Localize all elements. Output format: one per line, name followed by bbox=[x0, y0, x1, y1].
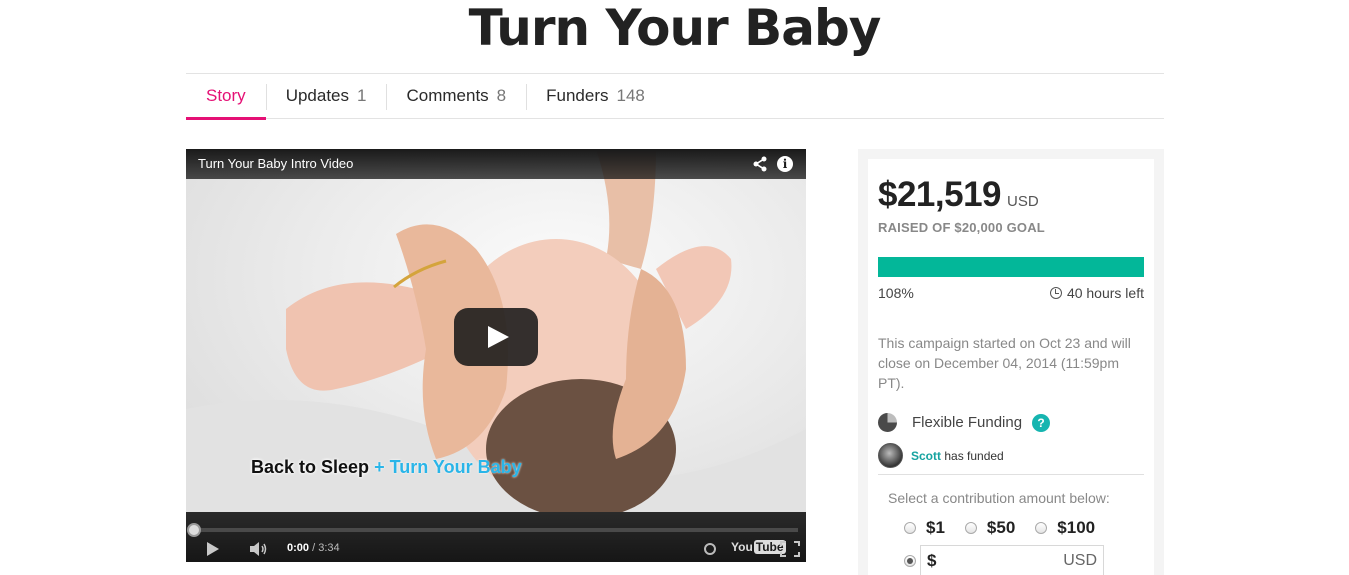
custom-amount-suffix: USD bbox=[1063, 552, 1097, 569]
tab-label: Comments bbox=[406, 86, 489, 105]
caption-highlight: Turn Your Baby bbox=[389, 457, 522, 477]
amount-label: $100 bbox=[1057, 518, 1096, 537]
amount-option-1[interactable]: $1 bbox=[904, 518, 945, 538]
raised-amount: $21,519 bbox=[878, 175, 1002, 214]
volume-icon[interactable] bbox=[248, 541, 268, 557]
amount-radio[interactable] bbox=[904, 522, 916, 534]
tab-label: Story bbox=[206, 86, 246, 105]
tab-comments[interactable]: Comments 8 bbox=[386, 74, 526, 118]
video-scrubber[interactable] bbox=[187, 523, 201, 537]
youtube-logo-you: You bbox=[731, 540, 753, 554]
video-title[interactable]: Turn Your Baby Intro Video bbox=[198, 156, 353, 171]
video-time: 0:00 / 3:34 bbox=[287, 542, 340, 554]
tab-count: 8 bbox=[496, 86, 507, 105]
clock-icon bbox=[1049, 287, 1062, 299]
custom-amount-input[interactable]: $ USD bbox=[920, 545, 1104, 575]
video-player[interactable]: Back to Sleep + Turn Your Baby Turn Your… bbox=[186, 149, 806, 562]
funding-progress-bar bbox=[878, 257, 1144, 277]
info-icon[interactable]: i bbox=[777, 156, 793, 172]
tab-label: Funders bbox=[546, 86, 609, 105]
video-controls: 0:00 / 3:34 You Tube bbox=[186, 512, 806, 562]
tab-count: 148 bbox=[616, 86, 645, 105]
tab-count: 1 bbox=[357, 86, 367, 105]
custom-amount-radio[interactable] bbox=[904, 555, 916, 567]
youtube-logo[interactable]: You Tube bbox=[731, 540, 786, 554]
time-left-label: 40 hours left bbox=[1066, 285, 1144, 301]
time-total: 3:34 bbox=[318, 542, 340, 554]
amount-option-100[interactable]: $100 bbox=[1035, 518, 1095, 538]
avatar[interactable] bbox=[878, 443, 903, 468]
help-icon[interactable]: ? bbox=[1032, 413, 1051, 432]
raised-currency: USD bbox=[1007, 193, 1039, 210]
recent-funder: Scott has funded bbox=[878, 443, 1004, 468]
play-icon[interactable] bbox=[207, 542, 219, 556]
custom-amount-prefix: $ bbox=[927, 551, 937, 570]
amount-label: $50 bbox=[986, 518, 1016, 537]
funding-type: Flexible Funding ? bbox=[878, 413, 1051, 432]
goal-text: RAISED OF $20,000 GOAL bbox=[878, 220, 1045, 235]
percent-funded: 108% bbox=[878, 285, 914, 301]
funding-sidebar: $21,519 USD RAISED OF $20,000 GOAL 108% … bbox=[858, 149, 1164, 575]
contribution-heading: Select a contribution amount below: bbox=[888, 490, 1110, 506]
video-thumbnail[interactable]: Back to Sleep + Turn Your Baby bbox=[186, 149, 806, 512]
funder-name-link[interactable]: Scott bbox=[911, 449, 941, 463]
contribution-options: $1 $50 $100 bbox=[904, 518, 1115, 538]
fullscreen-icon[interactable] bbox=[780, 541, 800, 557]
caption-plus: + bbox=[374, 457, 385, 477]
amount-label: $1 bbox=[926, 518, 945, 537]
divider bbox=[878, 474, 1144, 475]
watch-later-icon[interactable] bbox=[704, 543, 716, 555]
time-current: 0:00 bbox=[287, 542, 310, 554]
time-left: 40 hours left bbox=[1049, 285, 1144, 301]
tab-bar: Story Updates 1 Comments 8 Funders 148 bbox=[186, 73, 1164, 120]
video-title-bar: Turn Your Baby Intro Video i bbox=[186, 149, 806, 179]
tab-story[interactable]: Story bbox=[186, 74, 266, 120]
share-icon[interactable] bbox=[752, 156, 768, 172]
raised-block: $21,519 USD bbox=[878, 175, 1039, 215]
page-title: Turn Your Baby bbox=[468, 0, 882, 57]
caption-text: Back to Sleep bbox=[251, 457, 370, 477]
funding-type-label: Flexible Funding bbox=[912, 414, 1023, 431]
amount-radio[interactable] bbox=[964, 522, 977, 534]
tab-label: Updates bbox=[285, 86, 350, 105]
funding-progress-fill bbox=[878, 257, 1144, 277]
pie-chart-icon bbox=[878, 413, 897, 432]
tab-updates[interactable]: Updates 1 bbox=[265, 74, 387, 118]
time-separator: / bbox=[312, 542, 316, 554]
amount-option-50[interactable]: $50 bbox=[964, 518, 1016, 538]
funder-action: has funded bbox=[944, 448, 1004, 463]
campaign-dates-note: This campaign started on Oct 23 and will… bbox=[878, 335, 1131, 391]
funding-card: $21,519 USD RAISED OF $20,000 GOAL 108% … bbox=[868, 159, 1154, 575]
video-progress-bar[interactable] bbox=[194, 528, 798, 532]
play-button[interactable] bbox=[454, 308, 538, 366]
funder-text: Scott has funded bbox=[911, 449, 1004, 463]
amount-radio[interactable] bbox=[1035, 522, 1048, 534]
tab-funders[interactable]: Funders 148 bbox=[526, 74, 665, 118]
custom-amount-row: $ USD bbox=[904, 545, 1104, 575]
video-caption: Back to Sleep + Turn Your Baby bbox=[251, 457, 522, 478]
